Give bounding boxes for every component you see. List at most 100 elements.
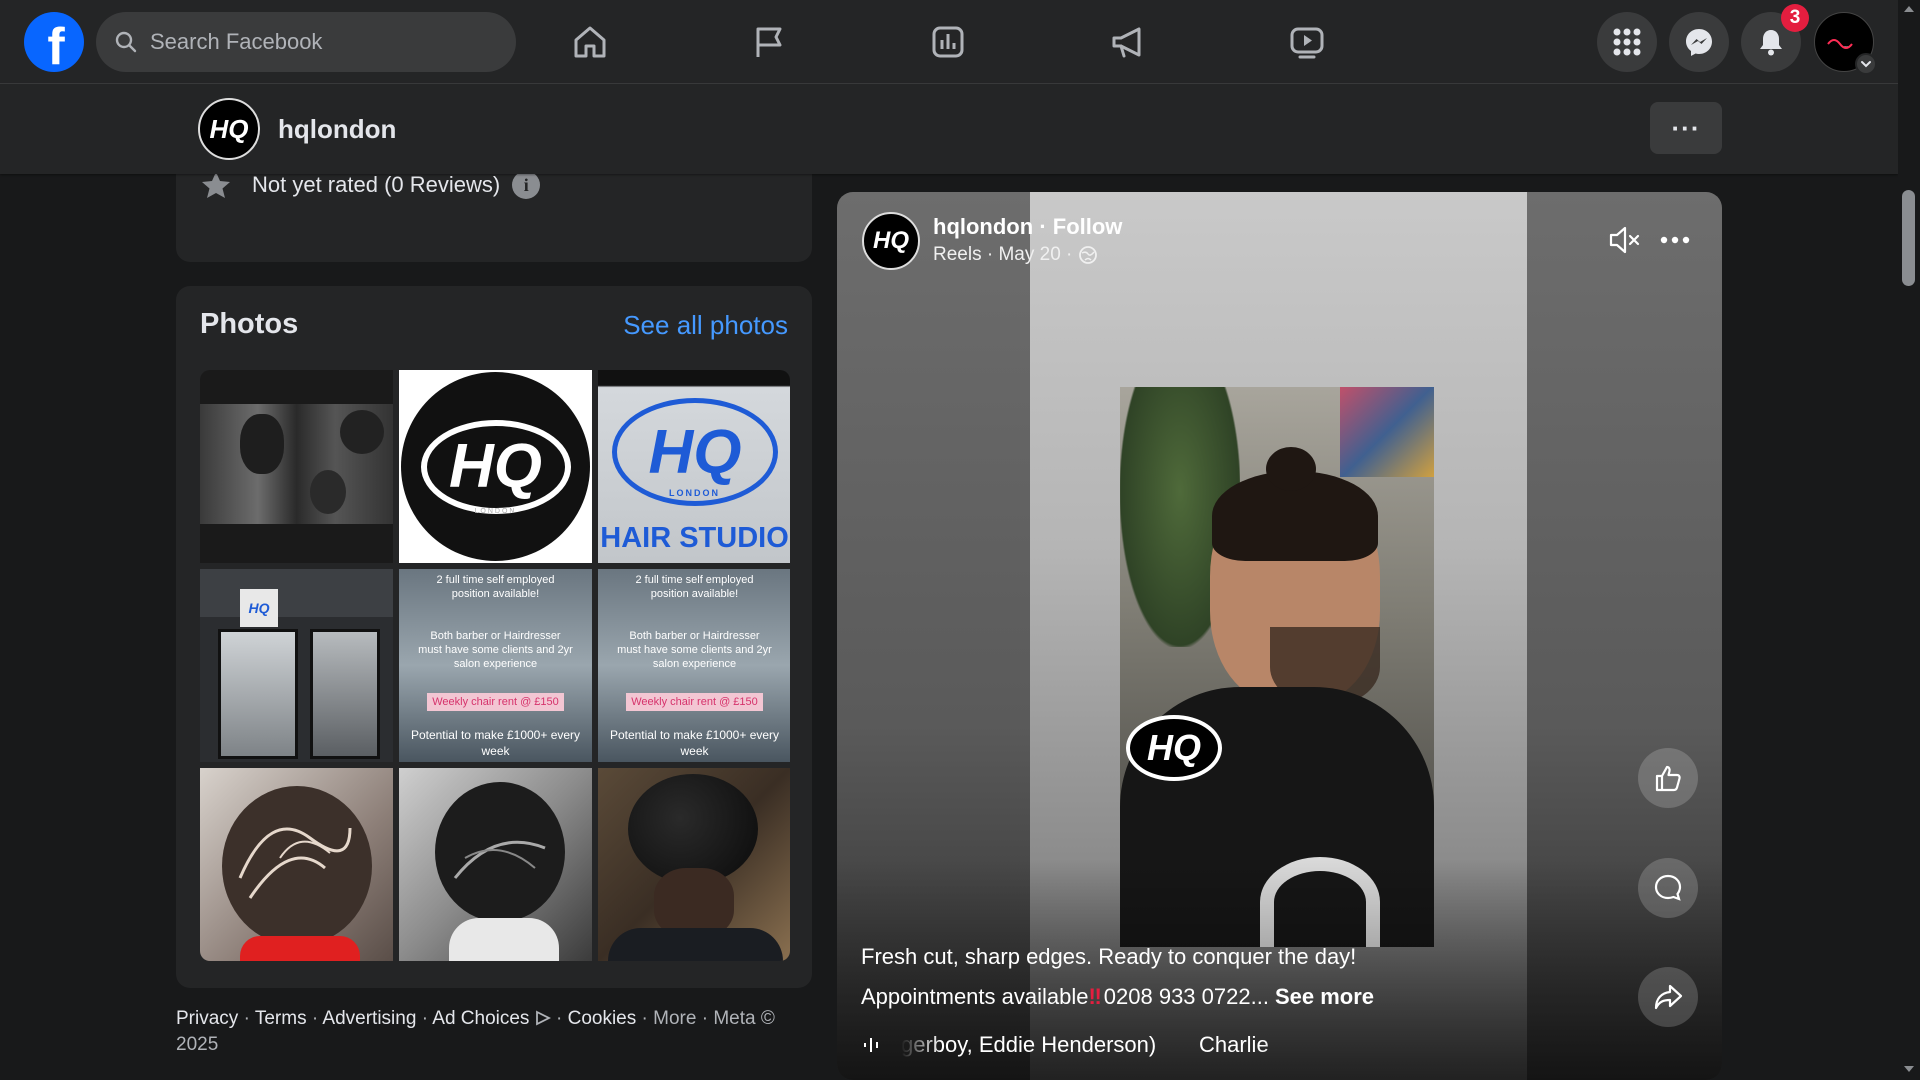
hq-watermark-text: HQ	[1147, 727, 1201, 768]
reel-card[interactable]: HQ HQ hqlondon · Follow Reels · May 20 ·…	[837, 192, 1722, 1080]
see-more-link[interactable]: See more	[1275, 984, 1374, 1010]
footer-terms-link[interactable]: Terms	[255, 1008, 307, 1029]
poster-potential: Potential to make £1000+ every week	[410, 728, 581, 758]
reel-author-avatar[interactable]: HQ	[862, 212, 920, 270]
photo-thumbnail[interactable]: HQ LONDON	[399, 370, 592, 563]
poster-line: 2 full time self employed	[436, 574, 555, 586]
messenger-icon	[1686, 29, 1712, 56]
footer-advertising-link[interactable]: Advertising	[322, 1008, 416, 1029]
poster-rent: Weekly chair rent @ £150	[626, 693, 763, 711]
hq-logo: HQ	[449, 432, 542, 501]
photo-grid: HQ LONDON HQ LONDON HAIR STUDIO HQ 2 ful…	[200, 370, 790, 961]
footer-cookies-link[interactable]: Cookies	[568, 1008, 637, 1029]
caption-phone: 0208 933 0722...	[1103, 984, 1269, 1009]
photo-thumbnail[interactable]	[200, 370, 393, 563]
search-icon	[115, 31, 137, 53]
notifications-button[interactable]: 3	[1741, 4, 1809, 72]
avatar: ~	[1827, 39, 1853, 51]
photo-thumbnail[interactable]: HQ LONDON HAIR STUDIO	[598, 370, 790, 563]
page-avatar[interactable]: HQ	[198, 98, 260, 160]
caption-text: Appointments available	[861, 984, 1089, 1009]
megaphone-icon[interactable]	[1104, 18, 1152, 66]
mute-icon[interactable]	[1607, 222, 1643, 258]
more-options-icon[interactable]	[1657, 222, 1693, 258]
see-all-photos-link[interactable]: See all photos	[623, 310, 788, 341]
home-icon[interactable]	[566, 18, 614, 66]
photo-thumbnail[interactable]	[598, 768, 790, 961]
bell-icon	[1760, 30, 1782, 56]
reel-audio-row[interactable]: gerboy, Eddie Henderson) Charlie	[861, 1032, 1281, 1058]
flag-icon[interactable]	[745, 18, 793, 66]
footer-privacy-link[interactable]: Privacy	[176, 1008, 238, 1029]
photo-thumbnail[interactable]	[399, 768, 592, 961]
comment-icon	[1654, 874, 1682, 901]
grid-icon	[1613, 28, 1641, 56]
rating-text: Not yet rated (0 Reviews)	[252, 172, 501, 197]
poster-line: must have some clients and 2yr	[617, 644, 772, 656]
scrollbar-thumb[interactable]	[1902, 190, 1915, 286]
audio-track-text: gerboy, Eddie Henderson) Charlie	[901, 1032, 1269, 1057]
reel-meta: Reels · May 20 ·	[933, 244, 1098, 266]
search-input[interactable]	[150, 29, 480, 55]
poster-line: Both barber or Hairdresser	[430, 630, 561, 642]
photo-thumbnail[interactable]: 2 full time self employed position avail…	[598, 569, 790, 762]
scrollbar[interactable]	[1898, 0, 1920, 1080]
hair-studio-text: HAIR STUDIO	[600, 522, 789, 554]
reel-author-avatar-text: HQ	[873, 227, 909, 254]
star-icon	[202, 172, 230, 198]
poster-line: position available!	[451, 588, 540, 600]
search-box[interactable]	[96, 12, 516, 72]
chevron-down-icon[interactable]	[1855, 53, 1877, 75]
reel-author-line: hqlondon · Follow	[933, 214, 1122, 240]
follow-button[interactable]: Follow	[1053, 214, 1123, 239]
account-avatar-button[interactable]: ~	[1814, 12, 1877, 75]
poster-line: must have some clients and 2yr	[418, 644, 573, 656]
page-avatar-text: HQ	[209, 113, 249, 144]
reel-author-name[interactable]: hqlondon	[933, 214, 1033, 239]
rating-row: Not yet rated (0 Reviews) i	[200, 170, 541, 200]
svg-text:~: ~	[1844, 44, 1848, 51]
facebook-logo-letter: f	[47, 18, 65, 76]
london-text: LONDON	[474, 508, 517, 515]
reel-caption-line1: Fresh cut, sharp edges. Ready to conquer…	[861, 944, 1357, 969]
photo-thumbnail[interactable]: HQ	[200, 569, 393, 762]
ad-choices-icon	[535, 1010, 551, 1026]
hq-blue-logo: HQ	[648, 417, 742, 487]
more-options-button[interactable]: ···	[1650, 102, 1722, 154]
audio-waveform-icon	[864, 1038, 878, 1052]
poster-rent: Weekly chair rent @ £150	[427, 693, 564, 711]
london-text: LONDON	[669, 488, 720, 498]
page-title[interactable]: hqlondon	[278, 114, 396, 145]
store-sign: HQ	[240, 589, 278, 627]
photo-thumbnail[interactable]: 2 full time self employed position avail…	[399, 569, 592, 762]
poster-potential: Potential to make £1000+ every week	[609, 728, 780, 758]
comment-button[interactable]	[1638, 858, 1698, 918]
info-icon[interactable]: i	[512, 171, 541, 199]
like-button[interactable]	[1638, 748, 1698, 808]
scroll-up-arrow-icon[interactable]	[1902, 2, 1916, 16]
reel-caption-line2: Appointments available ‼ 0208 933 0722..…	[861, 984, 1374, 1010]
menu-grid-button[interactable]	[1597, 12, 1657, 72]
thumbs-up-icon	[1655, 765, 1681, 792]
scroll-down-arrow-icon[interactable]	[1902, 1062, 1916, 1076]
footer-more-link[interactable]: More	[653, 1008, 696, 1029]
hq-watermark: HQ	[1126, 715, 1222, 781]
share-icon	[1654, 984, 1683, 1010]
photos-title: Photos	[200, 308, 299, 340]
poster-line: salon experience	[453, 658, 538, 670]
video-icon[interactable]	[1283, 18, 1331, 66]
share-button[interactable]	[1638, 967, 1698, 1027]
footer: Privacy · Terms · Advertising · Ad Choic…	[176, 1008, 775, 1055]
page-header-bar: HQ hqlondon ···	[0, 84, 1898, 174]
poster-line: position available!	[650, 588, 739, 600]
facebook-logo[interactable]: f	[24, 12, 84, 76]
messenger-button[interactable]	[1669, 12, 1729, 72]
poster-line: 2 full time self employed	[635, 574, 754, 586]
globe-icon	[1079, 246, 1098, 264]
info-icon-glyph: i	[523, 174, 529, 195]
footer-adchoices-link[interactable]: Ad Choices	[432, 1008, 529, 1029]
photo-thumbnail[interactable]	[200, 768, 393, 961]
double-exclamation-icon: ‼	[1088, 984, 1102, 1009]
chart-icon[interactable]	[924, 18, 972, 66]
reel-separator-dot: ·	[1039, 214, 1053, 239]
